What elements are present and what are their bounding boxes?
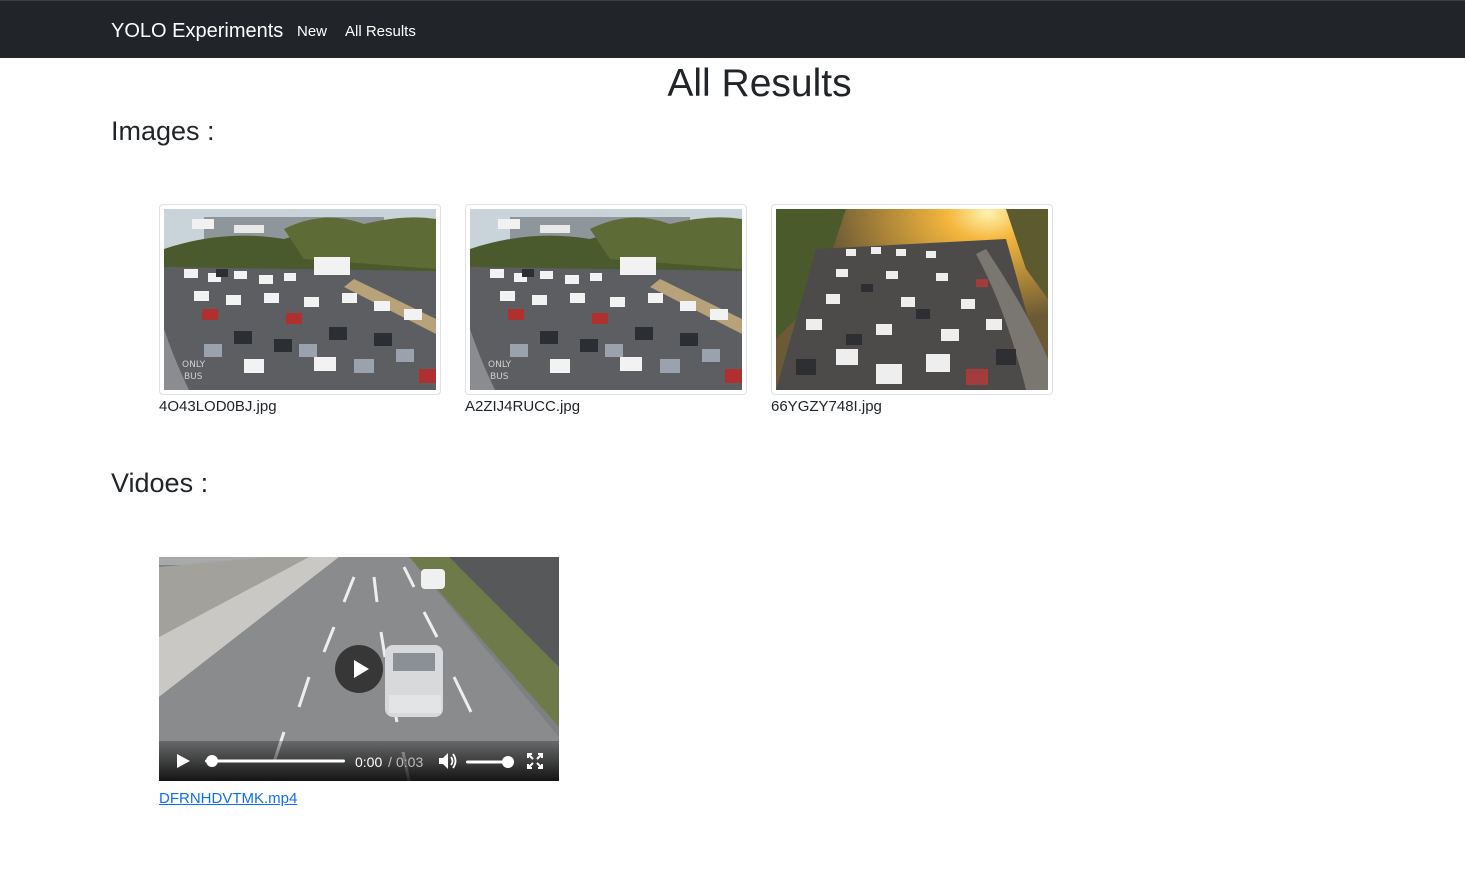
image-filename: A2ZIJ4RUCC.jpg — [465, 398, 581, 415]
page-title: All Results — [667, 62, 852, 105]
mute-button[interactable] — [438, 752, 458, 775]
big-play-button[interactable] — [335, 645, 383, 693]
nav-link-new[interactable]: New — [297, 23, 327, 40]
svg-text:BUS: BUS — [490, 372, 509, 382]
video-player[interactable]: 0:00 / 0:03 — [159, 557, 559, 781]
result-image[interactable] — [776, 209, 1048, 390]
seek-track — [205, 755, 345, 767]
video-controls: 0:00 / 0:03 — [159, 741, 559, 781]
current-time: 0:00 — [355, 754, 383, 770]
svg-text:ONLY: ONLY — [488, 360, 512, 370]
play-icon — [354, 660, 369, 678]
navbar-brand[interactable]: YOLO Experiments — [111, 20, 283, 43]
play-icon — [177, 754, 190, 768]
image-card[interactable]: ONLY BUS — [465, 204, 747, 395]
image-card[interactable] — [771, 204, 1053, 395]
image-card[interactable]: ONLY BUS — [159, 204, 441, 395]
volume-track — [466, 756, 514, 768]
fullscreen-icon — [527, 753, 543, 769]
result-image[interactable]: ONLY BUS — [164, 209, 436, 390]
navbar: YOLO Experiments New All Results — [0, 0, 1465, 58]
video-filename-link[interactable]: DFRNHDVTMK.mp4 — [159, 790, 297, 807]
nav-link-all-results[interactable]: All Results — [345, 23, 416, 40]
images-heading: Images : — [111, 116, 215, 146]
image-filename: 66YGZY748I.jpg — [771, 398, 882, 415]
volume-slider[interactable] — [466, 755, 514, 768]
svg-text:ONLY: ONLY — [182, 360, 206, 370]
result-image[interactable]: ONLY BUS — [470, 209, 742, 390]
time-separator: / — [388, 754, 392, 770]
play-button[interactable] — [175, 753, 191, 774]
svg-text:BUS: BUS — [184, 372, 203, 382]
volume-icon — [439, 753, 457, 769]
fullscreen-button[interactable] — [527, 753, 543, 774]
videos-heading: Vidoes : — [111, 468, 209, 498]
image-filename: 4O43LOD0BJ.jpg — [159, 398, 277, 415]
seek-bar[interactable] — [205, 755, 345, 767]
duration: 0:03 — [396, 754, 424, 770]
